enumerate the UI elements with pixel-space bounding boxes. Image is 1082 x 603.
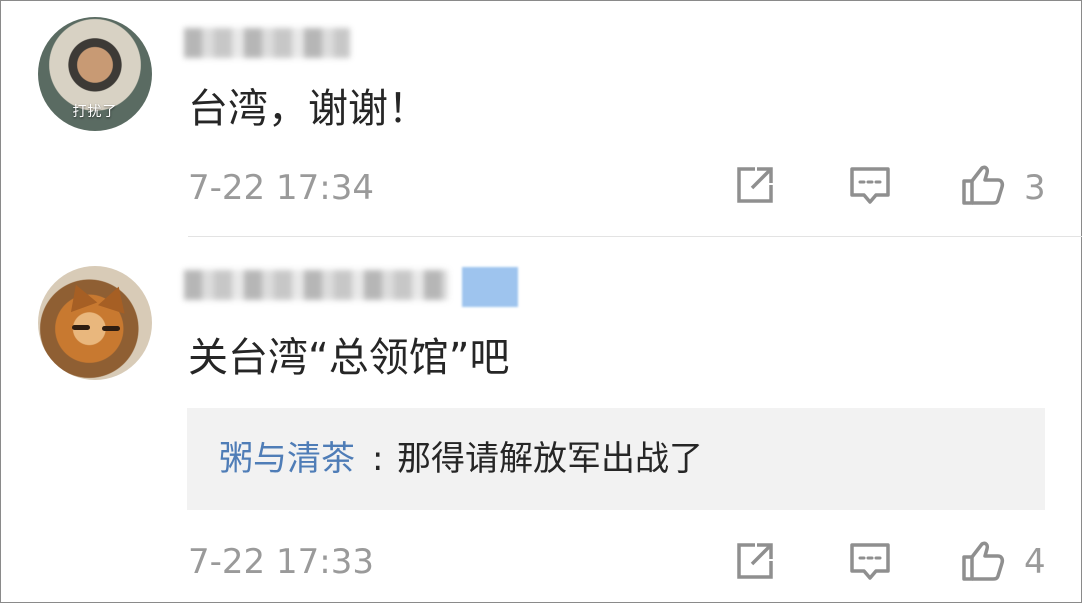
reply-separator: : [372, 439, 384, 479]
fox-ear-left [62, 279, 98, 313]
comment-item: 关台湾“总领馆”吧 粥与清茶 : 那得请解放军出战了 7-22 17:33 4 [0, 237, 1082, 603]
user-avatar[interactable]: 打扰了 [38, 17, 152, 131]
reply-text: 那得请解放军出战了 [397, 439, 703, 479]
like-count: 3 [1024, 168, 1046, 208]
user-badge [462, 267, 518, 307]
like-button[interactable] [958, 161, 1006, 209]
user-avatar[interactable] [38, 266, 152, 380]
comment-icon [850, 167, 890, 204]
fox-eye-left [72, 325, 90, 330]
comment-text: 台湾，谢谢！ [188, 86, 428, 132]
reply-button[interactable] [846, 537, 894, 585]
comment-text: 关台湾“总领馆”吧 [188, 335, 510, 381]
comment-time: 7-22 17:33 [188, 542, 374, 582]
reply-button[interactable] [846, 161, 894, 209]
like-button[interactable] [958, 537, 1006, 585]
share-icon [737, 543, 773, 579]
comment-icon [850, 543, 890, 580]
thumbs-up-icon [962, 541, 1005, 581]
avatar-caption: 打扰了 [72, 104, 118, 120]
like-count: 4 [1024, 542, 1046, 582]
share-icon [737, 167, 773, 203]
comment-time: 7-22 17:34 [188, 168, 374, 208]
thumbs-up-icon [962, 165, 1005, 205]
fox-eye-right [102, 326, 120, 331]
reply-preview[interactable]: 粥与清茶 : 那得请解放军出战了 [187, 408, 1045, 510]
reply-author[interactable]: 粥与清茶 [219, 438, 355, 480]
fox-ear-right [97, 282, 133, 314]
share-button[interactable] [731, 537, 779, 585]
blurred-username[interactable] [184, 28, 350, 58]
blurred-username[interactable] [184, 270, 448, 300]
comment-item: 打扰了 台湾，谢谢！ 7-22 17:34 3 [0, 0, 1082, 237]
share-button[interactable] [731, 161, 779, 209]
